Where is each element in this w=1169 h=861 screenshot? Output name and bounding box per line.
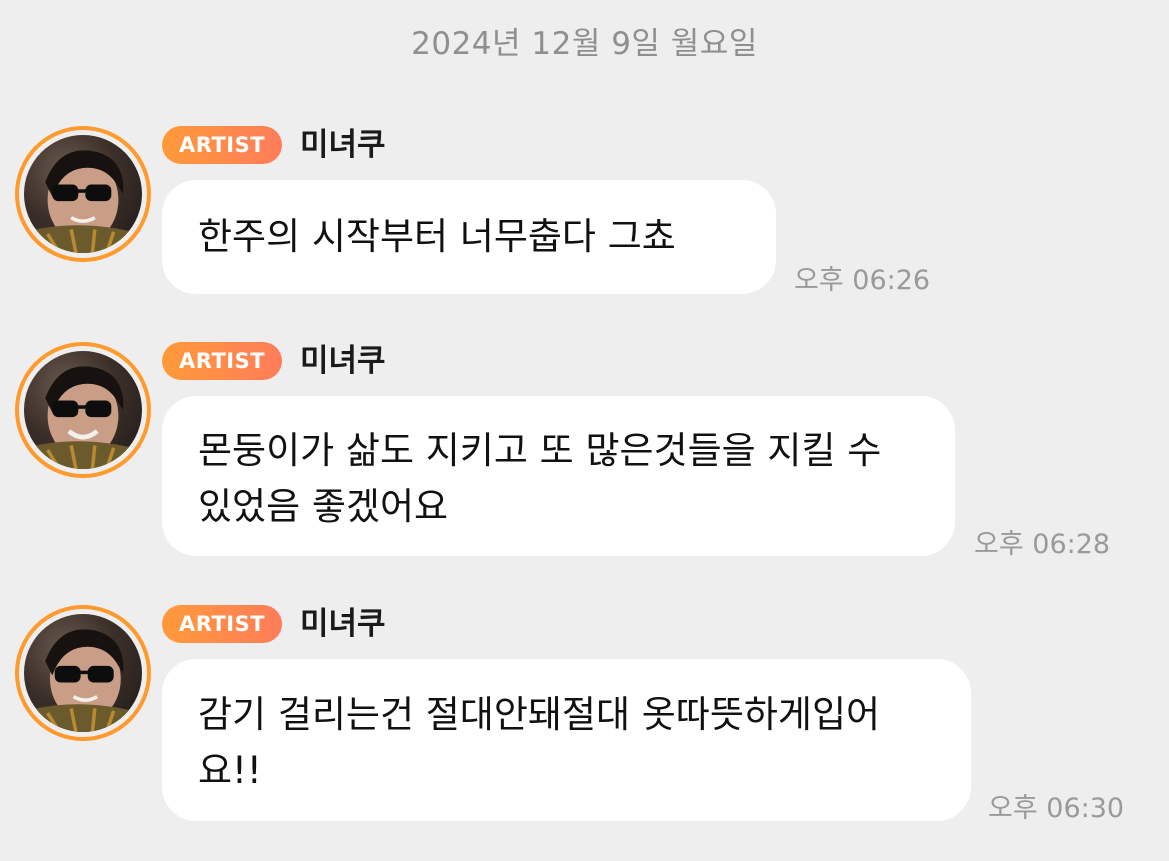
- message-text: 몬둥이가 삶도 지키고 또 많은것들을 지킬 수 있었음 좋겠어요: [198, 429, 882, 528]
- avatar[interactable]: [15, 605, 151, 741]
- sender-name: 미녀쿠: [300, 343, 386, 379]
- message-bubble[interactable]: 감기 걸리는건 절대안돼절대 옷따뜻하게입어요!!: [162, 659, 971, 821]
- message-timestamp: 오후 06:28: [974, 529, 1111, 560]
- sender-name: 미녀쿠: [300, 606, 386, 642]
- artist-badge: ARTIST: [162, 342, 283, 380]
- artist-badge: ARTIST: [162, 605, 283, 643]
- avatar-photo: [24, 351, 142, 469]
- artist-badge: ARTIST: [162, 126, 283, 164]
- profile-photo-icon: [24, 366, 142, 469]
- avatar-photo: [24, 614, 142, 732]
- avatar[interactable]: [15, 342, 151, 478]
- message-timestamp: 오후 06:30: [988, 793, 1125, 824]
- message-bubble[interactable]: 한주의 시작부터 너무춥다 그쵸: [162, 180, 776, 294]
- avatar-photo: [24, 135, 142, 253]
- message-bubble[interactable]: 몬둥이가 삶도 지키고 또 많은것들을 지킬 수 있었음 좋겠어요: [162, 396, 955, 556]
- message-text: 감기 걸리는건 절대안돼절대 옷따뜻하게입어요!!: [198, 693, 881, 792]
- avatar[interactable]: [15, 126, 151, 262]
- chat-screen: 2024년 12월 9일 월요일 ARTIST 미녀쿠 한주의 시작부터 너무춥…: [0, 0, 1169, 861]
- profile-photo-icon: [24, 150, 142, 253]
- message-timestamp: 오후 06:26: [794, 265, 931, 296]
- date-separator: 2024년 12월 9일 월요일: [411, 26, 758, 62]
- sender-name: 미녀쿠: [300, 127, 386, 163]
- profile-photo-icon: [24, 629, 142, 732]
- message-text: 한주의 시작부터 너무춥다 그쵸: [198, 215, 676, 258]
